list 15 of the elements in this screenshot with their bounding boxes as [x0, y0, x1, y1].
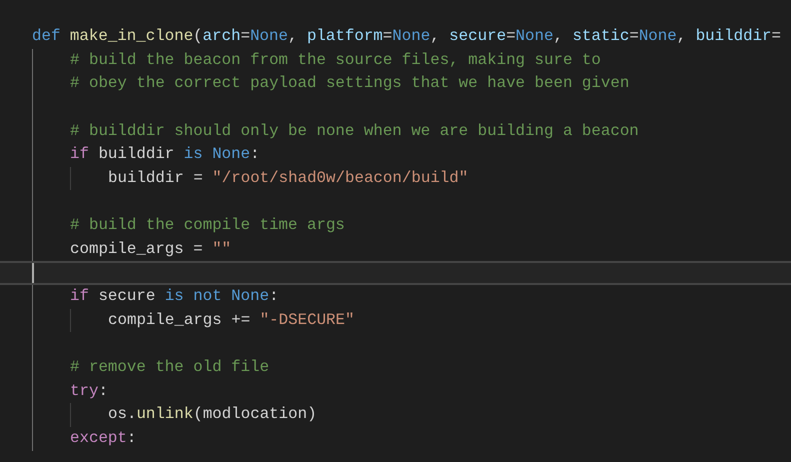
code-line: # builddir should only be none when we are building a beacon [70, 120, 639, 142]
code-line: if builddir is None: [70, 144, 260, 166]
code-line: builddir = "/root/shad0w/beacon/build" [108, 168, 468, 189]
code-line: # remove the old file [70, 356, 270, 378]
code-line: compile_args += "-DSECURE" [108, 310, 354, 331]
code-line: # build the compile time args [70, 215, 345, 236]
code-line: try: [70, 380, 108, 402]
code-line: except: [70, 428, 136, 449]
code-line: def make_in_clone(arch=None, platform=None, secure=None, static=None, builddir= [32, 26, 782, 47]
code-line: os.unlink(modlocation) [108, 404, 317, 426]
code-line: # obey the correct payload settings that we have been given [70, 73, 630, 94]
code-line: if secure is not None: [70, 286, 279, 308]
code-line: # build the beacon from the source files, making sure to [70, 50, 601, 71]
code-line: compile_args = "" [70, 238, 232, 260]
text-cursor [32, 263, 34, 284]
